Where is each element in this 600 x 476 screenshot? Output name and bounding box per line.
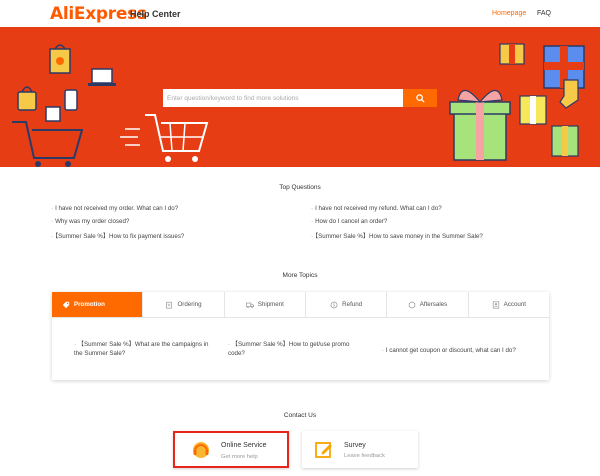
nav-homepage-link[interactable]: Homepage (492, 10, 526, 17)
refund-icon: $ (330, 301, 338, 308)
topic-tabs: Promotion Ordering Shipment $ Refund Aft… (52, 292, 549, 318)
topic-line: 【Summer Sale %】What are the campaigns in (77, 341, 209, 348)
question-link[interactable]: How do I cancel an order? (311, 218, 387, 225)
edit-icon (315, 442, 332, 458)
question-link[interactable]: 【Summer Sale %】How to fix payment issues… (51, 231, 184, 240)
tab-label: Promotion (74, 301, 105, 308)
card-title: Online Service (221, 442, 267, 449)
search-icon (415, 93, 425, 103)
question-link[interactable]: I have not received my refund. What can … (311, 205, 442, 212)
online-service-card[interactable]: Online Service Get more help (173, 431, 289, 468)
tab-label: Account (503, 301, 526, 308)
nav-faq-link[interactable]: FAQ (537, 10, 551, 17)
tab-label: Ordering (177, 301, 202, 308)
aftersales-icon (408, 300, 415, 309)
question-link[interactable]: I have not received my order. What can I… (51, 205, 178, 212)
truck-icon (245, 302, 254, 308)
header: AliExpress Help Center Homepage FAQ (0, 0, 600, 27)
survey-card[interactable]: Survey Leave feedback (302, 431, 418, 468)
tab-refund[interactable]: $ Refund (306, 292, 388, 317)
topic-line: 【Summer Sale %】How to get/use promo (231, 341, 350, 348)
question-link[interactable]: Why was my order closed? (51, 218, 129, 225)
headset-icon (193, 442, 209, 458)
top-questions-title: Top Questions (279, 184, 321, 191)
tab-aftersales[interactable]: Aftersales (387, 292, 469, 317)
topic-item[interactable]: · 【Summer Sale %】What are the campaigns … (74, 340, 214, 358)
topic-item[interactable]: · 【Summer Sale %】How to get/use promo co… (228, 340, 368, 358)
contact-us-title: Contact Us (283, 412, 317, 419)
question-link[interactable]: 【Summer Sale %】How to save money in the … (311, 231, 483, 240)
card-subtitle: Get more help (221, 454, 258, 460)
topic-line: the Summer Sale? (74, 350, 126, 357)
account-icon (492, 300, 499, 309)
tab-label: Shipment (257, 301, 284, 308)
topic-item[interactable]: · I cannot get coupon or discount, what … (382, 346, 547, 355)
search-input[interactable] (163, 89, 403, 107)
svg-text:$: $ (333, 302, 336, 307)
search-button[interactable] (403, 89, 437, 107)
tab-account[interactable]: Account (469, 292, 549, 317)
card-title: Survey (344, 442, 366, 449)
gift-boxes-illustration (449, 43, 585, 161)
topic-line: I cannot get coupon or discount, what ca… (385, 347, 516, 354)
tab-promotion[interactable]: Promotion (52, 292, 144, 317)
clipboard-icon (166, 301, 173, 309)
tab-label: Refund (342, 301, 363, 308)
tag-icon (62, 301, 70, 308)
tab-label: Aftersales (419, 301, 448, 308)
more-topics-title: More Topics (282, 272, 318, 279)
topic-line: code? (228, 350, 245, 357)
help-center-title: Help Center (130, 9, 181, 19)
tab-ordering[interactable]: Ordering (143, 292, 225, 317)
hero-banner (0, 27, 600, 167)
tab-shipment[interactable]: Shipment (225, 292, 306, 317)
card-subtitle: Leave feedback (344, 453, 385, 459)
topics-panel: Promotion Ordering Shipment $ Refund Aft… (52, 292, 549, 380)
